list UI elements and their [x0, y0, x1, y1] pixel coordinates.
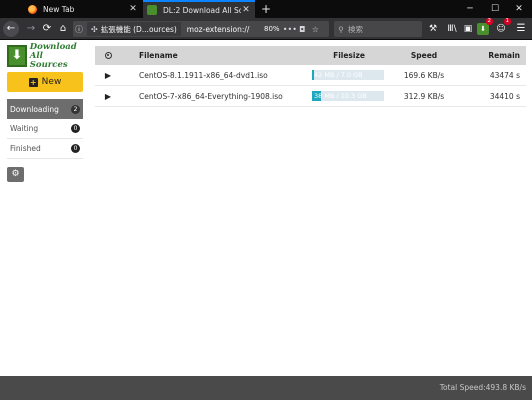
tab-download-manager[interactable]: DL:2 Download All Source Manager ✕	[143, 0, 255, 18]
header-filename[interactable]: Filename	[121, 51, 309, 60]
puzzle-icon: ✣	[91, 24, 98, 34]
header-filesize[interactable]: Filesize	[309, 51, 389, 60]
account-icon: ☺	[496, 24, 506, 34]
gear-icon: ⚙	[11, 169, 20, 179]
select-all-radio[interactable]	[95, 51, 121, 60]
address-bar[interactable]: ⓘ ✣ 拡張機能 (D...ources) moz-extension:// 8…	[73, 21, 329, 37]
filter-count-badge: 0	[71, 144, 80, 153]
new-tab-button[interactable]: +	[259, 1, 273, 17]
total-speed-label: Total Speed:493.8 KB/s	[439, 383, 526, 392]
minimize-button[interactable]: ─	[458, 0, 482, 18]
filter-label: Downloading	[10, 104, 59, 114]
plus-icon: +	[28, 77, 38, 87]
play-icon[interactable]: ▶	[95, 71, 121, 80]
account-badge: 1	[503, 18, 511, 25]
page-actions-icon[interactable]: •••	[283, 25, 297, 34]
filter-finished[interactable]: Finished 0	[7, 139, 83, 159]
progress-label: 38 MB / 10.3 GB	[314, 92, 367, 100]
info-icon[interactable]: ⓘ	[73, 24, 85, 35]
table-row[interactable]: ▶ CentOS-7-x86_64-Everything-1908.iso 38…	[95, 86, 526, 107]
account-button[interactable]: ☺ 1	[494, 18, 511, 36]
logo-line-2: All Sources	[29, 50, 68, 70]
library-icon[interactable]: Ⅲ\	[445, 22, 459, 36]
zoom-indicator[interactable]: 80%	[261, 25, 283, 33]
header-remain[interactable]: Remain	[459, 51, 526, 60]
filesize-cell: 42 MB / 7.0 GB	[309, 70, 389, 80]
filter-label: Finished	[10, 144, 41, 153]
tab-new-tab[interactable]: New Tab ✕	[22, 0, 142, 18]
firefox-icon	[28, 4, 37, 14]
tab-close-button[interactable]: ✕	[128, 4, 138, 14]
progress-bar: 38 MB / 10.3 GB	[312, 91, 384, 101]
logo-download-icon: ⬇	[7, 45, 27, 67]
radio-icon	[104, 52, 112, 59]
download-icon: ⬇	[480, 25, 486, 33]
tools-icon[interactable]: ⚒	[426, 22, 440, 36]
table-header: Filename Filesize Speed Remain	[95, 46, 526, 65]
new-button-label: New	[41, 77, 62, 87]
search-input[interactable]: ⚲ 検索	[334, 21, 422, 37]
hamburger-menu-icon[interactable]: ☰	[514, 22, 528, 36]
home-button[interactable]: ⌂	[56, 22, 70, 36]
progress-label: 42 MB / 7.0 GB	[314, 71, 363, 79]
filter-count-badge: 0	[71, 124, 80, 133]
header-speed[interactable]: Speed	[389, 51, 459, 60]
tab-close-button[interactable]: ✕	[241, 5, 251, 15]
filter-waiting[interactable]: Waiting 0	[7, 119, 83, 139]
reload-button[interactable]: ⟳	[40, 22, 54, 36]
extension-favicon-icon	[147, 5, 157, 15]
search-placeholder: 検索	[348, 24, 363, 34]
progress-bar: 42 MB / 7.0 GB	[312, 70, 384, 80]
filter-label: Waiting	[10, 124, 39, 133]
sidebar-icon[interactable]: ▣	[461, 22, 475, 36]
bookmark-star-icon[interactable]: ☆	[309, 25, 322, 34]
search-icon: ⚲	[338, 24, 344, 34]
download-extension-button[interactable]: ⬇ 2	[477, 18, 493, 35]
download-table: Filename Filesize Speed Remain ▶ CentOS-…	[95, 46, 526, 107]
tab-title: DL:2 Download All Source Manager	[163, 5, 241, 15]
tab-title: New Tab	[43, 4, 75, 14]
back-button[interactable]: ←	[3, 21, 19, 37]
remain-cell: 43474 s	[489, 70, 520, 80]
filename-cell: CentOS-7-x86_64-Everything-1908.iso	[139, 91, 283, 101]
extension-badge: 2	[485, 18, 493, 25]
logo-text: Download All Sources	[29, 42, 83, 70]
filename-cell: CentOS-8.1.1911-x86_64-dvd1.iso	[139, 70, 268, 80]
filter-count-badge: 2	[71, 104, 80, 114]
extension-label: 拡張機能 (D...ources)	[100, 24, 177, 34]
extension-identity-box[interactable]: ✣ 拡張機能 (D...ources)	[87, 22, 181, 36]
play-icon[interactable]: ▶	[95, 92, 121, 101]
navigation-toolbar: ← → ⟳ ⌂ ⓘ ✣ 拡張機能 (D...ources) moz-extens…	[0, 18, 532, 40]
close-window-button[interactable]: ✕	[507, 0, 531, 18]
sidebar: ⬇ Download All Sources + New Downloading…	[7, 42, 83, 182]
forward-button[interactable]: →	[24, 22, 38, 36]
status-footer: Total Speed:493.8 KB/s	[0, 376, 532, 400]
filter-downloading[interactable]: Downloading 2	[7, 99, 83, 119]
status-filters: Downloading 2 Waiting 0 Finished 0	[7, 99, 83, 159]
pocket-icon[interactable]: ◘	[296, 25, 309, 34]
maximize-button[interactable]: ☐	[483, 0, 507, 18]
new-download-button[interactable]: + New	[7, 72, 83, 92]
remain-cell: 34410 s	[489, 91, 520, 101]
table-row[interactable]: ▶ CentOS-8.1.1911-x86_64-dvd1.iso 42 MB …	[95, 65, 526, 86]
tab-strip: New Tab ✕ DL:2 Download All Source Manag…	[0, 0, 532, 18]
url-text[interactable]: moz-extension://	[187, 25, 257, 34]
speed-cell: 312.9 KB/s	[403, 91, 445, 101]
filesize-cell: 38 MB / 10.3 GB	[309, 91, 389, 101]
app-logo: ⬇ Download All Sources	[7, 42, 83, 70]
settings-button[interactable]: ⚙	[7, 167, 24, 182]
speed-cell: 169.6 KB/s	[403, 70, 445, 80]
